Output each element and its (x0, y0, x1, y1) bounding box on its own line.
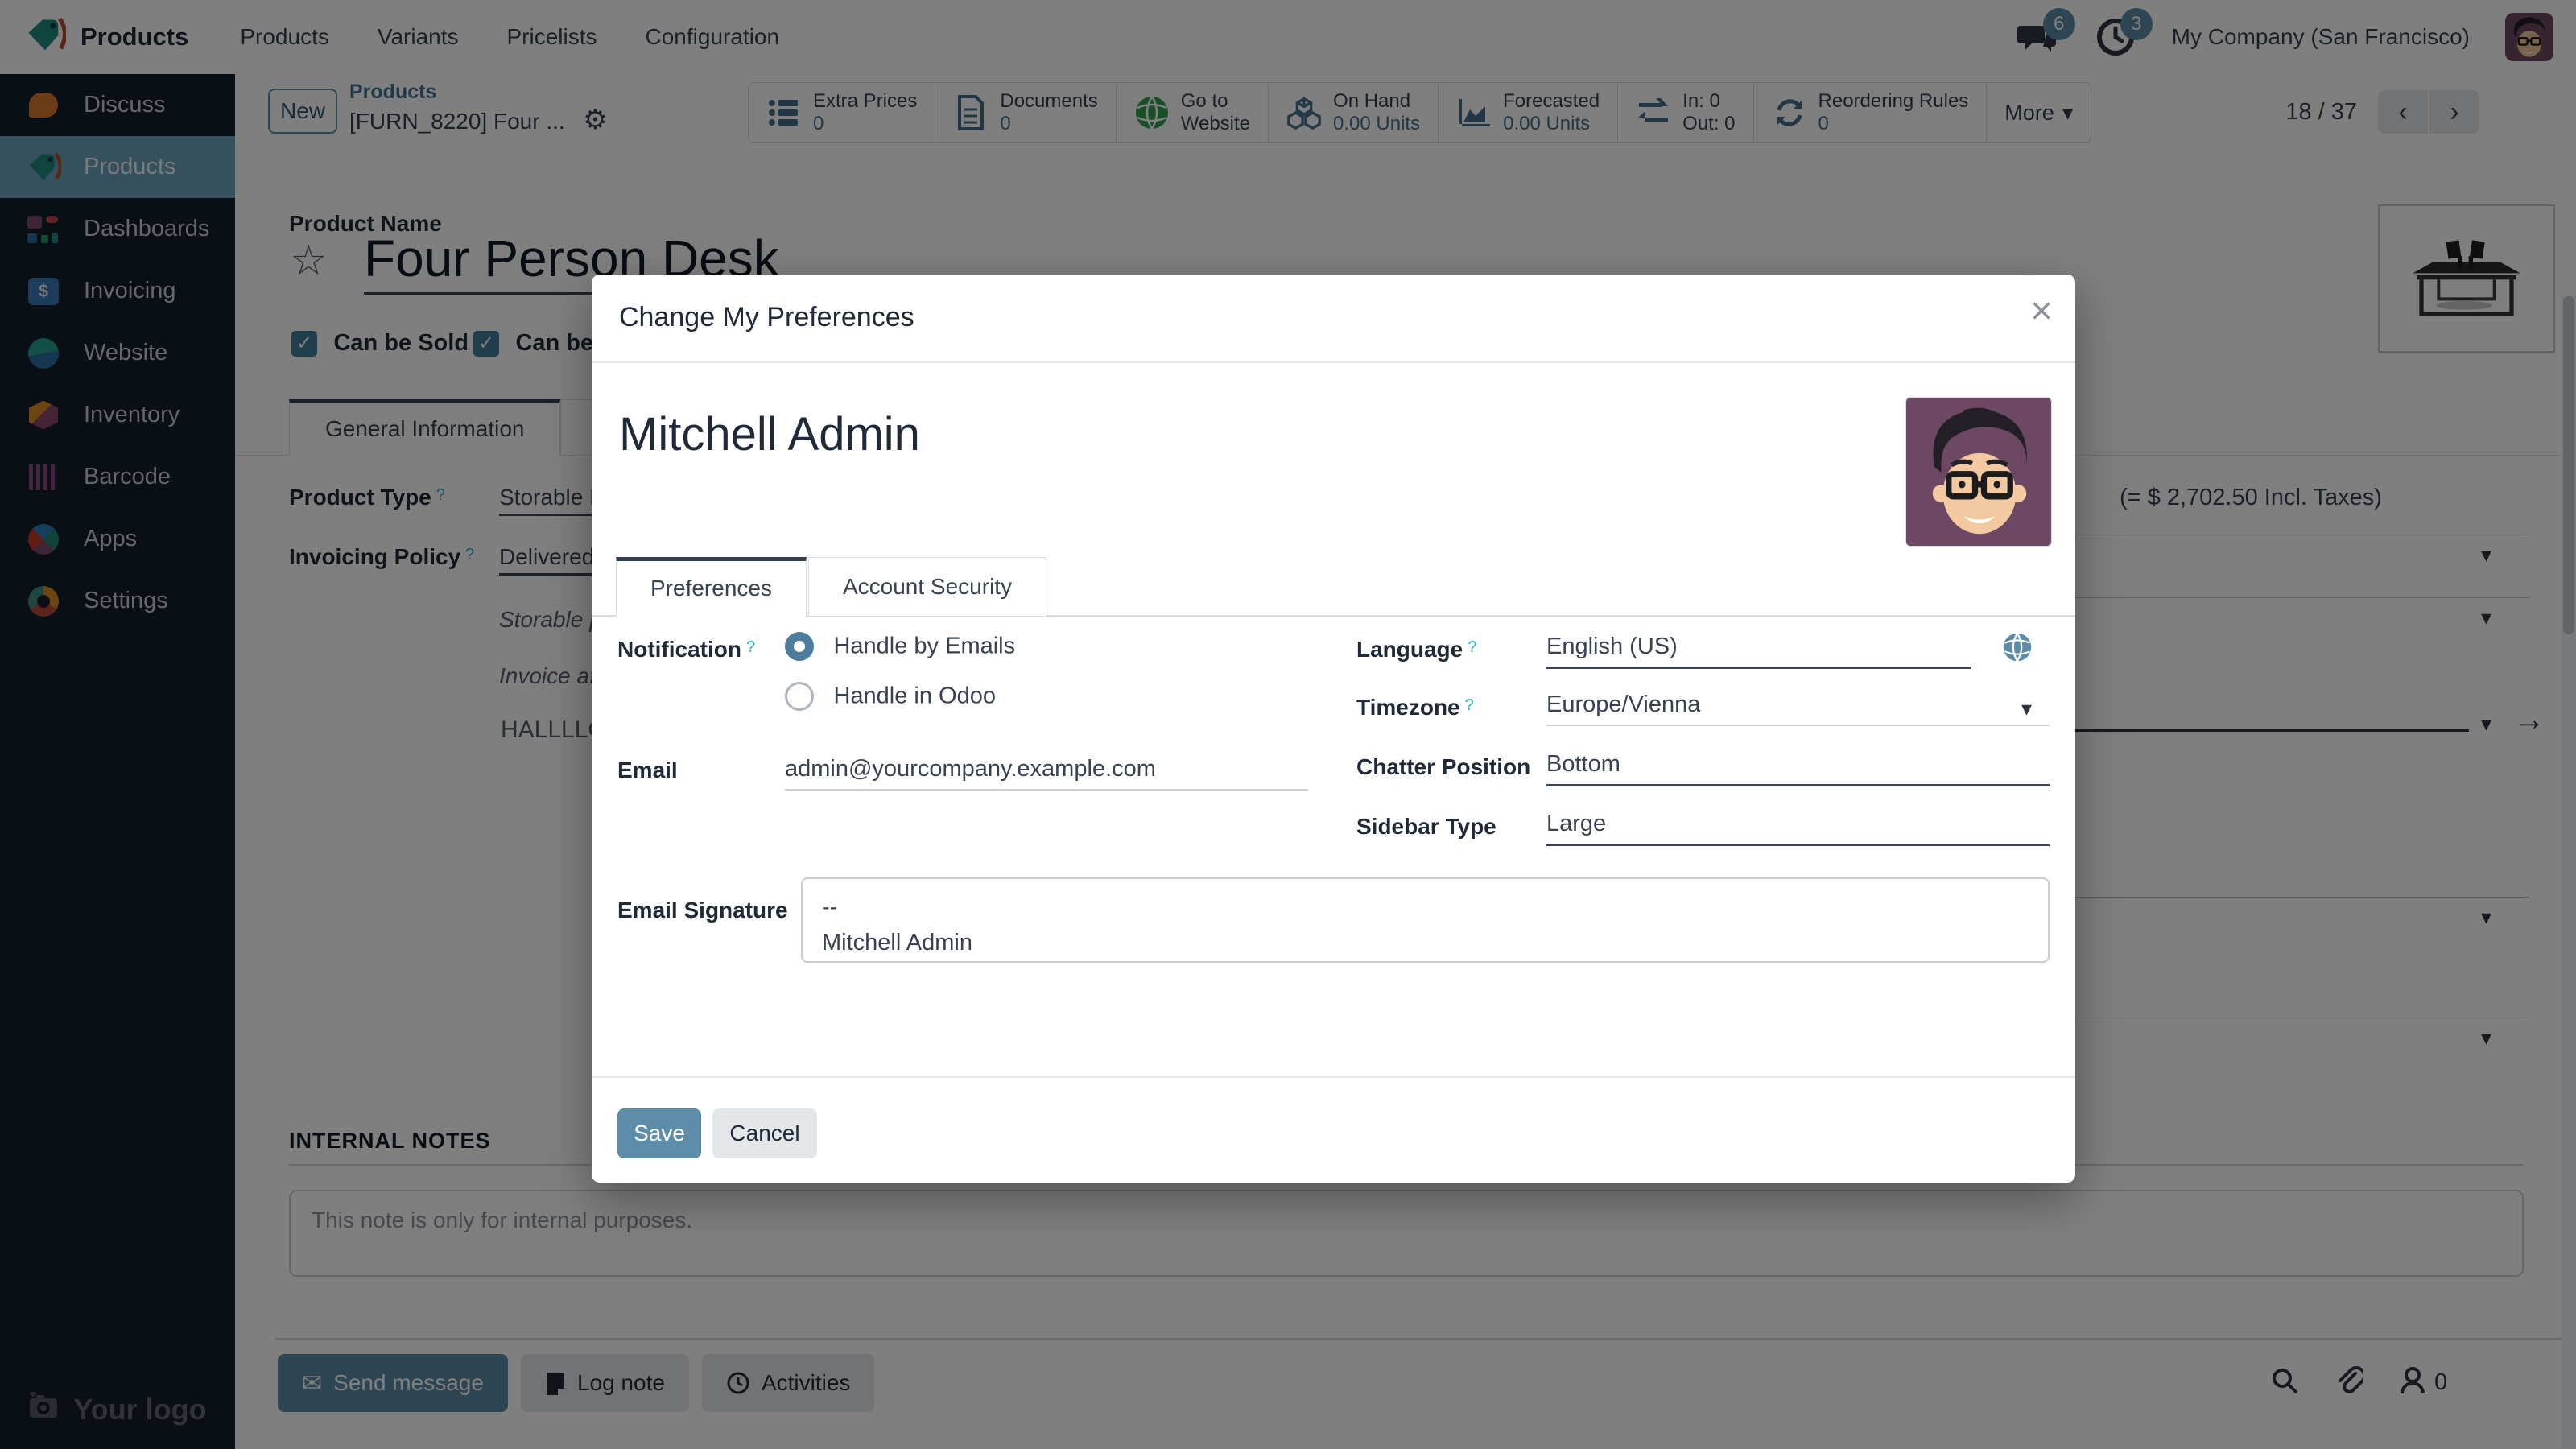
radio-selected-icon (785, 632, 814, 661)
app-root: Products Products Variants Pricelists Co… (0, 0, 2576, 1449)
tab-preferences[interactable]: Preferences (616, 557, 807, 617)
signature-line: -- (822, 890, 2029, 926)
modal-title: Change My Preferences (619, 302, 914, 333)
timezone-label: Timezone? (1356, 695, 1474, 720)
help-icon[interactable]: ? (1465, 696, 1474, 714)
help-icon[interactable]: ? (746, 638, 755, 656)
sidebar-type-label: Sidebar Type (1356, 814, 1496, 840)
language-label: Language? (1356, 637, 1476, 663)
modal-header: Change My Preferences × (592, 275, 2075, 363)
chatter-position-select[interactable]: Bottom (1546, 751, 2050, 786)
signature-line: Mitchell Admin (822, 926, 2029, 961)
email-signature-input[interactable]: -- Mitchell Admin (801, 877, 2050, 963)
modal-footer: Save Cancel (592, 1076, 2075, 1183)
email-input[interactable]: admin@yourcompany.example.com (785, 756, 1308, 791)
radio-unselected-icon (785, 682, 814, 711)
close-icon[interactable]: × (2030, 292, 2053, 331)
email-signature-label: Email Signature (617, 898, 788, 923)
radio-handle-in-odoo[interactable]: Handle in Odoo (785, 682, 996, 711)
language-select[interactable]: English (US) (1546, 634, 1971, 669)
modal-tabs: Preferences Account Security (592, 557, 2075, 617)
modal-user-avatar[interactable] (1905, 397, 2052, 547)
notification-label: Notification? (617, 637, 755, 663)
cancel-button[interactable]: Cancel (712, 1108, 817, 1158)
timezone-select[interactable]: Europe/Vienna (1546, 691, 2050, 726)
radio-handle-by-emails[interactable]: Handle by Emails (785, 632, 1015, 661)
sidebar-type-select[interactable]: Large (1546, 811, 2050, 846)
preferences-modal: Change My Preferences × Mitchell Admin P… (592, 275, 2075, 1183)
chatter-position-label: Chatter Position (1356, 754, 1530, 780)
globe-icon[interactable] (2002, 632, 2033, 667)
chevron-down-icon[interactable]: ▾ (2021, 696, 2032, 721)
modal-user-name: Mitchell Admin (619, 407, 920, 461)
help-icon[interactable]: ? (1468, 638, 1476, 656)
email-label: Email (617, 758, 678, 783)
tab-account-security[interactable]: Account Security (808, 557, 1046, 617)
save-button[interactable]: Save (617, 1108, 701, 1158)
